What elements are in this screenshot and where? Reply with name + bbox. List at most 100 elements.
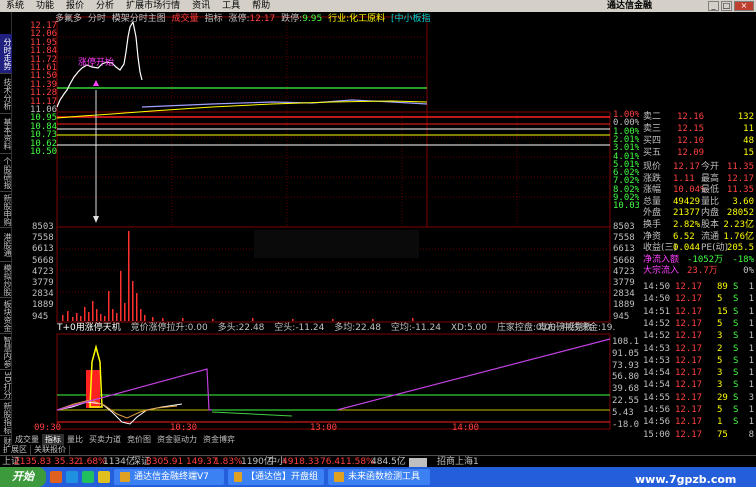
tick-row: 14:56 12.17 5 S 1 (641, 405, 754, 416)
volume-bar (144, 315, 146, 321)
tab-fund-game[interactable]: 资金博弈 (200, 434, 238, 445)
left-tab-ipo[interactable]: 新股申购 (0, 192, 12, 228)
volume-tick-label-right: 1889 (613, 300, 635, 311)
task-label: 【通达信】开盘组 (245, 472, 318, 482)
volume-tick-label-right: 7558 (613, 233, 635, 244)
quicklaunch-icon[interactable] (66, 471, 78, 483)
left-tab-insight[interactable]: 智慧内参 (0, 334, 12, 370)
tick-row: 14:52 12.17 5 S 1 (641, 319, 754, 330)
quote-label: 量比 (701, 196, 720, 207)
menu-item-quote[interactable]: 报价 (60, 0, 90, 12)
window-title: 通达信金融 (607, 1, 653, 11)
volume-bar (182, 318, 184, 321)
left-tab-sector-funds[interactable]: 板块资金 (0, 298, 12, 334)
left-tab-technical[interactable]: 技术分析 (0, 74, 12, 114)
volume-bar (136, 293, 138, 321)
maximize-icon[interactable]: □ (721, 1, 732, 11)
indicator-label[interactable]: 指标 (205, 14, 223, 24)
left-tab-intraday[interactable]: 分时走势 (0, 34, 12, 74)
tick-count: 3 (748, 392, 754, 403)
volume-label[interactable]: 成交量 (172, 14, 199, 24)
price-pane-frame (56, 16, 428, 228)
quote-label: 换手 (643, 220, 662, 230)
tab-buy-sell-force[interactable]: 买卖力道 (86, 434, 124, 445)
task-label: 通达信金融终端V7 (134, 472, 209, 482)
bottom-tabs-secondary: 扩展区 关联报价 (0, 445, 639, 455)
task-tdx-open-group[interactable]: 【通达信】开盘组 (228, 469, 324, 485)
left-tab-hk-connect[interactable]: 港股通 (0, 228, 12, 262)
tick-vol: 29 (717, 392, 728, 403)
tick-dir: S (733, 405, 739, 415)
time-tick-label: 13:00 (310, 423, 338, 433)
task-tdx-terminal[interactable]: 通达信金融终端V7 (114, 469, 224, 485)
menu-item-function[interactable]: 功能 (30, 0, 60, 12)
quicklaunch-icon[interactable] (98, 471, 110, 483)
left-tab-new-indicator[interactable]: 新股指标 (0, 400, 12, 436)
quote-label: 最高 (701, 173, 720, 184)
flow-row: 大宗流入 23.7万 0% (641, 266, 754, 277)
volume-bar (67, 311, 69, 321)
left-tab-sim-trading[interactable]: 模拟炒股 (0, 262, 12, 298)
tick-price: 12.17 (675, 331, 703, 342)
tick-row: 14:53 12.17 5 S 1 (641, 356, 754, 367)
chart-canvas (56, 16, 611, 430)
quote-value: 49429 (673, 196, 701, 207)
volume-bar (140, 309, 142, 321)
tick-count: 1 (748, 368, 754, 379)
menu-item-help[interactable]: 帮助 (246, 0, 276, 12)
left-tab-3d-score[interactable]: 3D打分 (0, 370, 12, 400)
volume-bar (84, 307, 86, 321)
time-tick-label: 14:00 (452, 423, 480, 433)
quote-label: 净资 (643, 231, 662, 242)
stock-name: 多氟多 (55, 14, 83, 24)
tick-time: 14:50 (643, 294, 671, 305)
quote-value: 1.76亿 (723, 231, 754, 242)
quote-label: 流通 (701, 231, 720, 242)
menu-item-extended-market[interactable]: 扩展市场行情 (120, 0, 186, 12)
minimize-icon[interactable]: _ (708, 1, 719, 11)
tick-price: 12.17 (675, 417, 703, 428)
start-button[interactable]: 开始 (0, 467, 46, 487)
tick-count: 1 (748, 331, 754, 342)
menu-item-analysis[interactable]: 分析 (90, 0, 120, 12)
quote-value: 21377 (673, 208, 701, 219)
tab-related-quote[interactable]: 关联报价 (31, 445, 70, 455)
tick-vol: 89 (717, 282, 728, 292)
quicklaunch-icon[interactable] (50, 471, 62, 483)
indicator-tick-label: 73.93 (612, 360, 640, 371)
quicklaunch-icon[interactable] (82, 471, 94, 483)
order-book-row: 卖二 12.16 132 (641, 112, 754, 123)
task-future-function-tool[interactable]: 未来函数检测工具 (328, 469, 430, 485)
tab-fund-drive[interactable]: 资金驱动力 (154, 434, 200, 445)
tick-count: 1 (748, 405, 754, 415)
menu-item-news[interactable]: 资讯 (186, 0, 216, 12)
volume-bar (412, 318, 414, 321)
volume-bar (252, 318, 254, 321)
tick-row: 14:56 12.17 1 S 1 (641, 417, 754, 428)
volume-tick-label-right: 8503 (613, 222, 635, 232)
intraday-chart[interactable]: 12.17 12.06 11.95 11.84 11.72 11.61 11.50 11.39… (12, 12, 646, 434)
tick-row: 14:54 12.17 3 S 1 (641, 368, 754, 379)
tick-vol: 3 (717, 331, 723, 342)
tab-volume-ratio[interactable]: 量比 (64, 434, 86, 445)
close-icon[interactable]: × (734, 1, 754, 11)
chart-header: 多氟多 分时 模架分时主图 成交量 指标 涨停:12.17 跌停:9.95 行业… (55, 13, 434, 25)
quote-row: 收益(三) 0.044 PE(动) 205.5 (641, 243, 754, 254)
menu-item-tools[interactable]: 工具 (216, 0, 246, 12)
menu-item-system[interactable]: 系统 (0, 0, 30, 12)
tab-indicator[interactable]: 指标 (42, 434, 64, 445)
template-label[interactable]: 模架分时主图 (112, 14, 166, 24)
left-tab-research[interactable]: 个股研报 (0, 154, 12, 192)
quote-label: 今开 (701, 162, 720, 172)
flow-value: 23.7万 (687, 266, 718, 277)
tab-volume[interactable]: 成交量 (12, 434, 42, 445)
tick-count: 1 (748, 282, 754, 292)
tab-auction-chart[interactable]: 竞价图 (124, 434, 154, 445)
volume-bar (124, 303, 126, 321)
tab-extended-area[interactable]: 扩展区 (0, 445, 31, 455)
mode-label[interactable]: 分时 (88, 14, 106, 24)
tick-time: 14:54 (643, 380, 671, 391)
order-vol: 48 (743, 136, 754, 146)
annotation-arrow-head (93, 216, 99, 223)
left-tab-fundamentals[interactable]: 基本资料 (0, 114, 12, 154)
